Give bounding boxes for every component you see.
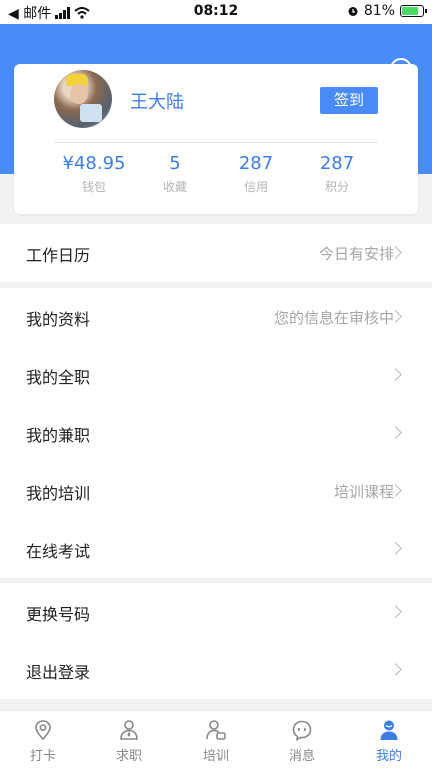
tab-training[interactable]: 培训 [173,717,259,767]
avatar[interactable] [54,70,112,128]
menu-item-label: 在线考试 [26,542,91,561]
menu-item-label: 工作日历 [26,246,91,265]
tab-label: 打卡 [29,749,56,764]
battery-percent: 81% [363,3,395,19]
stat-label: 积分 [324,180,349,194]
alarm-icon [348,7,358,16]
tab-label: 求职 [115,749,142,764]
tab-mine[interactable]: 我的 [346,717,432,767]
menu-item-value: 培训课程 [333,483,394,501]
tab-label: 消息 [288,749,315,764]
stat-wallet[interactable]: ¥48.95 钱包 [54,152,134,198]
location-pin-icon [35,720,51,741]
status-bar: ◀ 邮件 08:12 81% [0,0,432,24]
trainee-icon [206,720,226,740]
bottom-tab-bar: 打卡 求职 培训 消息 我的 [0,710,432,768]
menu-item-value: 今日有安排 [318,245,394,263]
menu-item-label: 我的全职 [26,368,91,387]
stat-value: 287 [319,153,355,174]
tab-label: 培训 [202,749,229,764]
user-icon [380,720,398,740]
calendar-group: 工作日历 今日有安排 [0,224,432,282]
menu-item-part-time[interactable]: 我的兼职 [0,404,432,462]
stat-favorites[interactable]: 5 收藏 [135,152,215,198]
tab-messages[interactable]: 消息 [259,717,345,767]
stat-credit[interactable]: 287 信用 [216,152,296,198]
stat-points[interactable]: 287 积分 [297,152,377,198]
chevron-right-icon [389,542,402,555]
battery-icon [400,5,427,17]
stat-value: 5 [169,153,181,174]
message-icon [292,720,312,741]
menu-item-online-exam[interactable]: 在线考试 [0,520,432,578]
account-group: 更换号码 退出登录 [0,583,432,699]
menu-item-work-calendar[interactable]: 工作日历 今日有安排 [0,224,432,282]
menu-item-my-training[interactable]: 我的培训 培训课程 [0,462,432,520]
menu-item-label: 退出登录 [26,663,91,682]
menu-item-change-number[interactable]: 更换号码 [0,583,432,641]
menu-item-label: 更换号码 [26,605,91,624]
menu-item-value: 您的信息在审核中 [273,309,394,327]
stat-label: 信用 [243,180,268,194]
menu-item-label: 我的兼职 [26,426,91,445]
chevron-right-icon [389,605,402,618]
stats-row: ¥48.95 钱包 5 收藏 287 信用 287 积分 [14,152,418,198]
tab-label: 我的 [375,749,402,764]
menu-item-logout[interactable]: 退出登录 [0,641,432,699]
menu-item-label: 我的资料 [26,310,91,329]
tab-job-search[interactable]: 求职 [86,717,172,767]
stat-value: ¥48.95 [62,153,126,174]
menu-item-my-profile[interactable]: 我的资料 您的信息在审核中 [0,288,432,346]
stat-value: 287 [238,153,274,174]
card-divider [54,142,378,143]
user-name[interactable]: 王大陆 [130,88,184,114]
chevron-right-icon [389,663,402,676]
profile-card: 王大陆 签到 ¥48.95 钱包 5 收藏 287 信用 287 积分 [14,64,418,214]
signin-button[interactable]: 签到 [320,87,378,114]
briefcase-person-icon [120,720,138,740]
stat-label: 收藏 [162,180,187,194]
menu-item-label: 我的培训 [26,484,91,503]
tab-check-in[interactable]: 打卡 [0,717,86,767]
stat-label: 钱包 [81,180,106,194]
profile-menu-group: 我的资料 您的信息在审核中 我的全职 我的兼职 我的培训 培训课程 在线考试 [0,288,432,578]
chevron-right-icon [389,368,402,381]
chevron-right-icon [389,426,402,439]
menu-item-full-time[interactable]: 我的全职 [0,346,432,404]
